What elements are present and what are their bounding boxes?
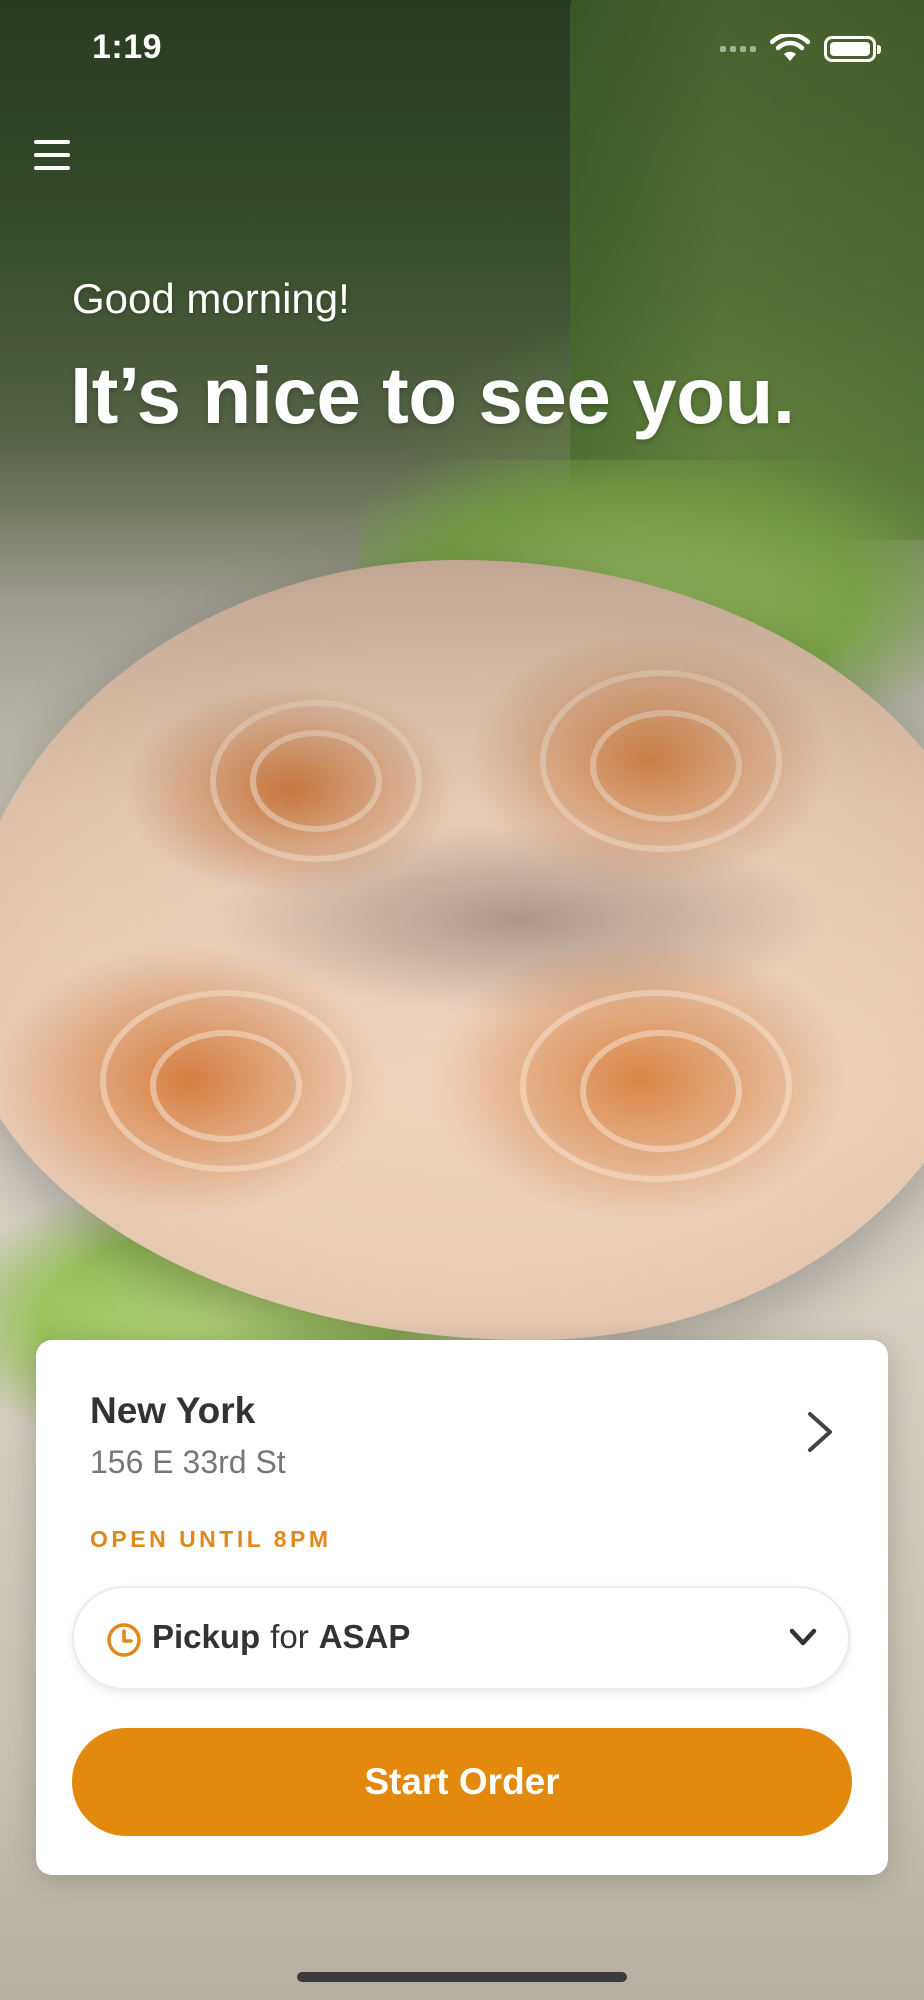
chevron-down-icon [789, 1628, 817, 1646]
start-order-button[interactable]: Start Order [72, 1728, 852, 1836]
location-name[interactable]: New York [90, 1390, 255, 1432]
order-time: ASAP [318, 1618, 411, 1655]
store-hours: OPEN UNTIL 8PM [90, 1526, 332, 1552]
signal-icon [720, 46, 756, 52]
wifi-icon [770, 34, 810, 61]
status-time: 1:19 [92, 28, 163, 66]
order-connector: for [270, 1618, 309, 1655]
pickup-summary: Pickup for ASAP [152, 1618, 410, 1656]
clock-icon [107, 1623, 141, 1657]
order-card: New York 156 E 33rd St OPEN UNTIL 8PM Pi… [36, 1340, 888, 1875]
greeting-text: Good morning! [72, 275, 350, 322]
menu-icon[interactable] [34, 138, 72, 172]
chevron-right-icon[interactable] [802, 1410, 836, 1454]
order-mode: Pickup [152, 1618, 261, 1655]
location-address[interactable]: 156 E 33rd St [90, 1444, 286, 1481]
pickup-time-select[interactable]: Pickup for ASAP [72, 1586, 850, 1690]
battery-icon [824, 36, 881, 62]
headline-text: It’s nice to see you. [70, 351, 795, 440]
status-icons [720, 34, 881, 64]
home-indicator [297, 1972, 627, 1982]
